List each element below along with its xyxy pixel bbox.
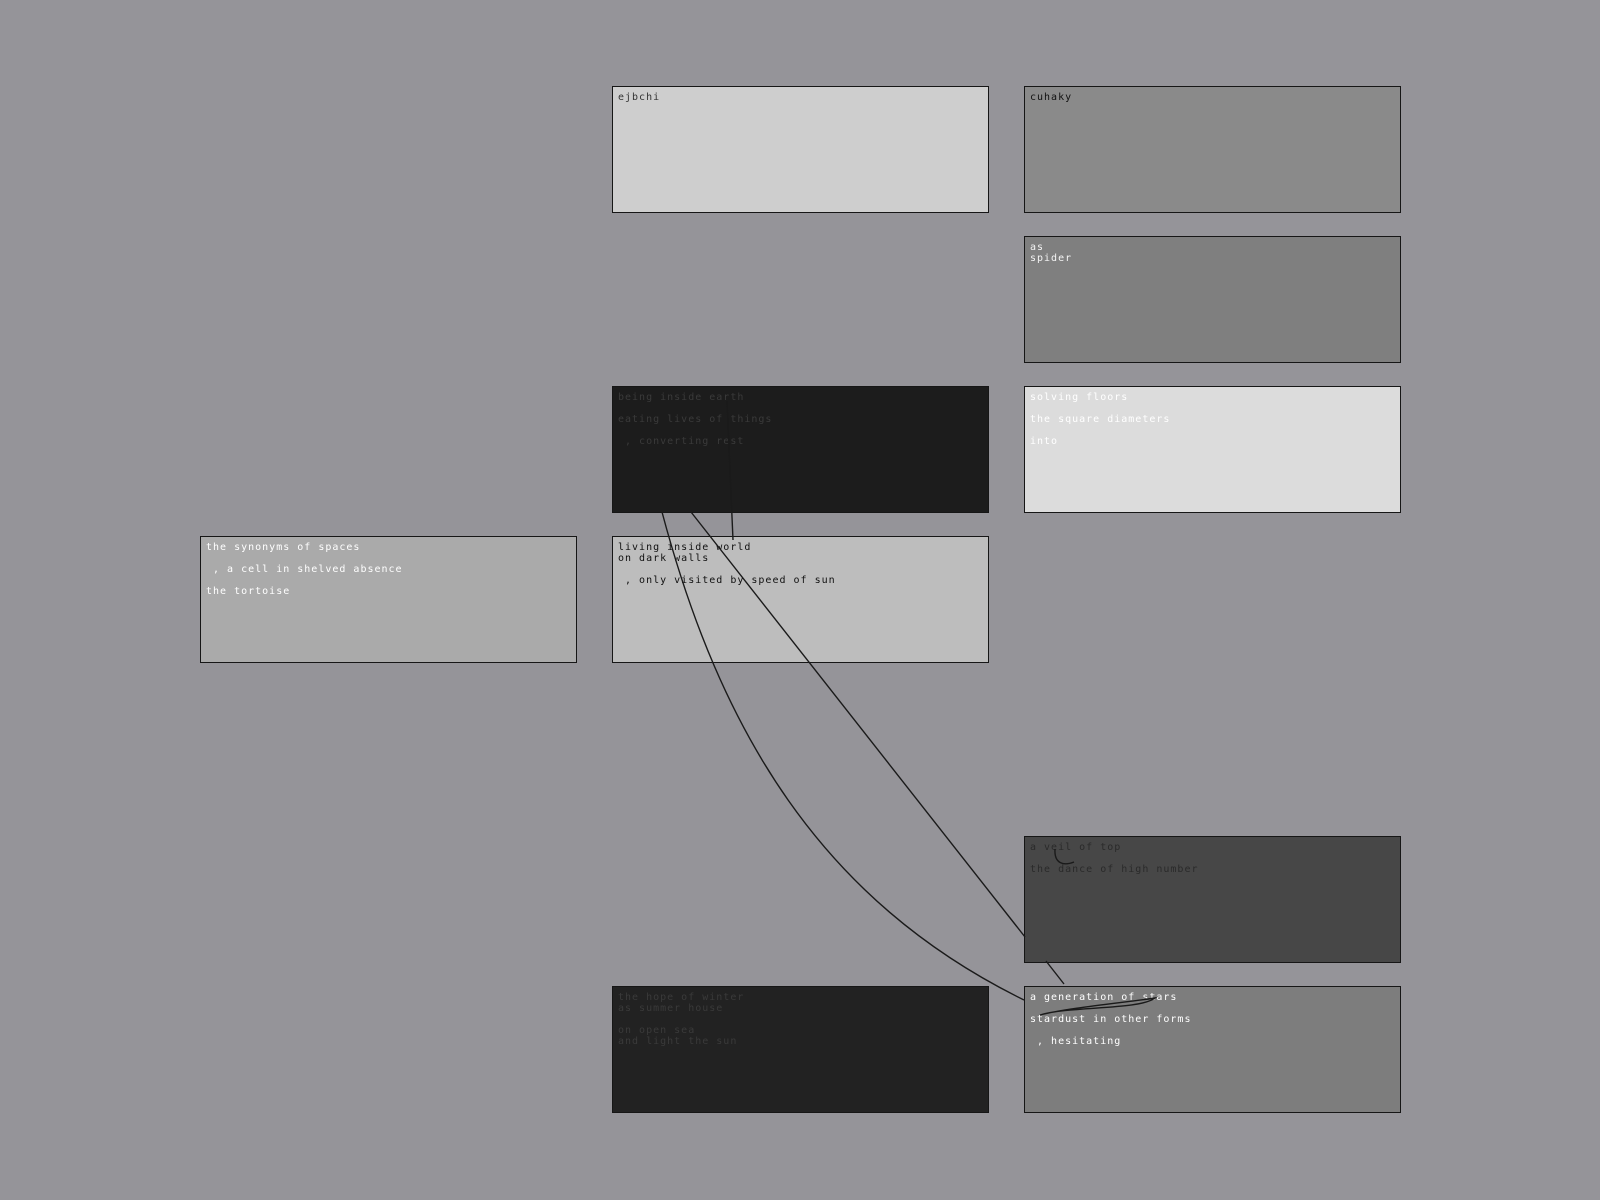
note-card[interactable]: the synonyms of spaces , a cell in shelv… [200,536,577,663]
card-text-line: as summer house [618,1003,724,1014]
card-text-line: , hesitating [1030,1036,1122,1047]
card-text-line: , only visited by speed of sun [618,575,836,586]
card-text-line: a veil of top [1030,842,1122,853]
card-text-line [1030,1025,1395,1036]
card-text-line [1030,1003,1395,1014]
card-text-line: solving floors [1030,392,1129,403]
card-text-line: , a cell in shelved absence [206,564,403,575]
card-text-line: the synonyms of spaces [206,542,361,553]
card-text-line: stardust in other forms [1030,1014,1192,1025]
card-text-line: and light the sun [618,1036,738,1047]
card-text-line: , converting rest [618,436,745,447]
connector-line [1045,960,1065,985]
card-text-line [618,425,983,436]
card-text-line: the hope of winter [618,992,745,1003]
card-text-line: being inside earth [618,392,745,403]
card-text-line: spider [1030,253,1073,264]
card-text-line: living inside world [618,542,752,553]
note-card[interactable]: ejbchi [612,86,989,213]
card-text-line [206,575,571,586]
card-text-line [1030,425,1395,436]
card-text-line [618,1014,983,1025]
card-text-line [618,564,983,575]
card-text-line: cuhaky [1030,92,1073,103]
card-text-line: on open sea [618,1025,696,1036]
card-text-line: the tortoise [206,586,291,597]
note-card[interactable]: solving floors the square diameters into [1024,386,1401,513]
card-text-line [618,403,983,414]
note-card[interactable]: cuhaky [1024,86,1401,213]
card-text-line [1030,853,1395,864]
card-text-line: the square diameters [1030,414,1171,425]
card-text-line: ejbchi [618,92,661,103]
card-text-line [206,553,571,564]
note-card[interactable]: a veil of top the dance of high number [1024,836,1401,963]
card-text-line: on dark walls [618,553,710,564]
card-text-line [1030,403,1395,414]
note-card[interactable]: as spider [1024,236,1401,363]
note-card[interactable]: the hope of winter as summer house on open… [612,986,989,1113]
card-text-line: as [1030,242,1045,253]
card-text-line: eating lives of things [618,414,773,425]
note-card[interactable]: living inside world on dark walls , only … [612,536,989,663]
card-text-line: the dance of high number [1030,864,1199,875]
note-card[interactable]: a generation of stars stardust in other f… [1024,986,1401,1113]
card-text-line: into [1030,436,1059,447]
note-card[interactable]: being inside earth eating lives of things… [612,386,989,513]
card-text-line: a generation of stars [1030,992,1178,1003]
canvas: ejbchi cuhaky as spider being inside eart… [0,0,1600,1200]
